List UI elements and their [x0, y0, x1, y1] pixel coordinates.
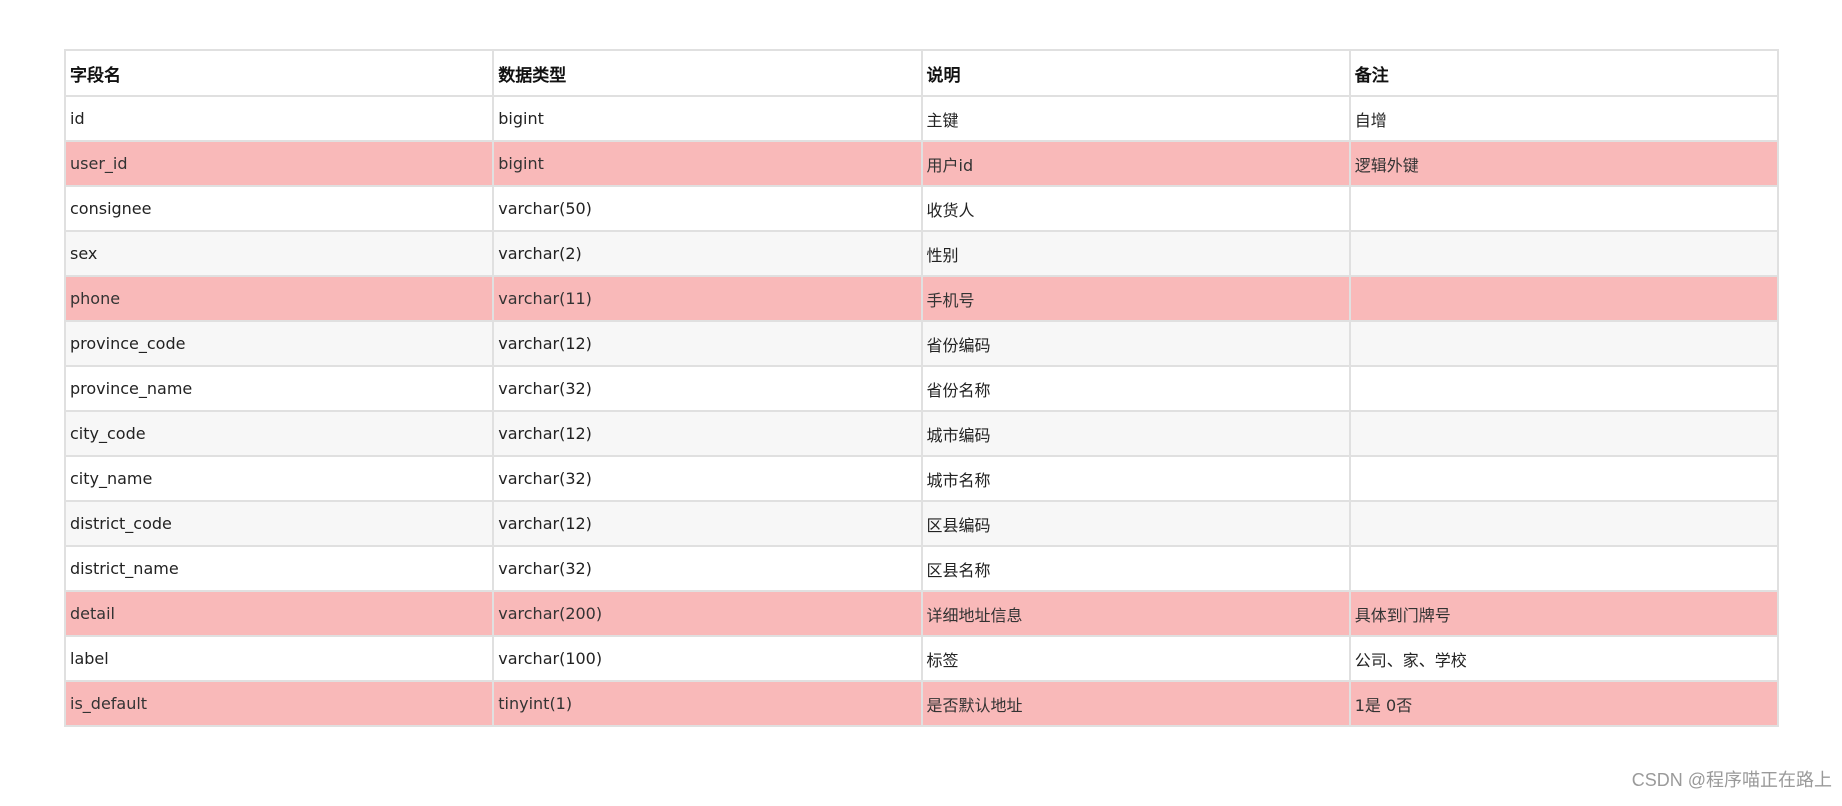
data-type-cell: bigint: [492, 95, 923, 142]
remarks-cell: 自增: [1348, 95, 1780, 142]
remarks-cell: [1348, 275, 1780, 322]
description-cell: 详细地址信息: [920, 590, 1351, 637]
table-row: city_code varchar(12) 城市编码: [63, 410, 1780, 457]
schema-table-container: 字段名 数据类型 说明 备注 id bigint 主键 自增 user_id bigint…: [63, 49, 1780, 727]
remarks-cell: [1348, 320, 1780, 367]
field-name-cell: id: [63, 95, 495, 142]
description-cell: 城市名称: [920, 455, 1351, 502]
description-cell: 省份编码: [920, 320, 1351, 367]
data-type-cell: varchar(32): [492, 365, 923, 412]
field-name-cell: phone: [63, 275, 495, 322]
schema-table: 字段名 数据类型 说明 备注 id bigint 主键 自增 user_id bigint…: [63, 49, 1780, 727]
table-header: 字段名 数据类型 说明 备注: [63, 49, 1780, 97]
remarks-cell: [1348, 410, 1780, 457]
watermark: CSDN @程序喵正在路上: [1631, 770, 1832, 790]
data-type-cell: varchar(2): [492, 230, 923, 277]
description-cell: 区县名称: [920, 545, 1351, 592]
description-cell: 手机号: [920, 275, 1351, 322]
description-cell: 性别: [920, 230, 1351, 277]
table-row: id bigint 主键 自增: [63, 95, 1780, 142]
description-cell: 主键: [920, 95, 1351, 142]
field-name-cell: district_code: [63, 500, 495, 547]
remarks-cell: [1348, 365, 1780, 412]
field-name-cell: label: [63, 635, 495, 682]
header-row: 字段名 数据类型 说明 备注: [63, 49, 1780, 97]
table-row: is_default tinyint(1) 是否默认地址 1是 0否: [63, 680, 1780, 727]
field-name-cell: detail: [63, 590, 495, 637]
table-row: user_id bigint 用户id 逻辑外键: [63, 140, 1780, 187]
header-field-name: 字段名: [63, 49, 495, 97]
description-cell: 城市编码: [920, 410, 1351, 457]
remarks-cell: 逻辑外键: [1348, 140, 1780, 187]
field-name-cell: consignee: [63, 185, 495, 232]
field-name-cell: province_name: [63, 365, 495, 412]
table-body: id bigint 主键 自增 user_id bigint 用户id 逻辑外键 consign…: [63, 95, 1780, 727]
table-row: consignee varchar(50) 收货人: [63, 185, 1780, 232]
remarks-cell: 具体到门牌号: [1348, 590, 1780, 637]
data-type-cell: varchar(12): [492, 320, 923, 367]
data-type-cell: varchar(50): [492, 185, 923, 232]
table-row: detail varchar(200) 详细地址信息 具体到门牌号: [63, 590, 1780, 637]
remarks-cell: [1348, 455, 1780, 502]
table-row: sex varchar(2) 性别: [63, 230, 1780, 277]
table-row: province_name varchar(32) 省份名称: [63, 365, 1780, 412]
field-name-cell: city_name: [63, 455, 495, 502]
remarks-cell: [1348, 500, 1780, 547]
data-type-cell: varchar(11): [492, 275, 923, 322]
table-row: district_name varchar(32) 区县名称: [63, 545, 1780, 592]
description-cell: 省份名称: [920, 365, 1351, 412]
header-remarks: 备注: [1348, 49, 1780, 97]
field-name-cell: province_code: [63, 320, 495, 367]
data-type-cell: varchar(200): [492, 590, 923, 637]
data-type-cell: varchar(32): [492, 455, 923, 502]
data-type-cell: tinyint(1): [492, 680, 923, 727]
header-data-type: 数据类型: [492, 49, 923, 97]
remarks-cell: [1348, 185, 1780, 232]
data-type-cell: varchar(12): [492, 500, 923, 547]
remarks-cell: 1是 0否: [1348, 680, 1780, 727]
remarks-cell: [1348, 545, 1780, 592]
data-type-cell: bigint: [492, 140, 923, 187]
table-row: district_code varchar(12) 区县编码: [63, 500, 1780, 547]
table-row: province_code varchar(12) 省份编码: [63, 320, 1780, 367]
remarks-cell: 公司、家、学校: [1348, 635, 1780, 682]
data-type-cell: varchar(100): [492, 635, 923, 682]
table-row: label varchar(100) 标签 公司、家、学校: [63, 635, 1780, 682]
description-cell: 标签: [920, 635, 1351, 682]
field-name-cell: district_name: [63, 545, 495, 592]
description-cell: 区县编码: [920, 500, 1351, 547]
table-row: city_name varchar(32) 城市名称: [63, 455, 1780, 502]
field-name-cell: sex: [63, 230, 495, 277]
data-type-cell: varchar(12): [492, 410, 923, 457]
remarks-cell: [1348, 230, 1780, 277]
field-name-cell: user_id: [63, 140, 495, 187]
description-cell: 是否默认地址: [920, 680, 1351, 727]
data-type-cell: varchar(32): [492, 545, 923, 592]
description-cell: 用户id: [920, 140, 1351, 187]
header-description: 说明: [920, 49, 1351, 97]
field-name-cell: city_code: [63, 410, 495, 457]
description-cell: 收货人: [920, 185, 1351, 232]
field-name-cell: is_default: [63, 680, 495, 727]
table-row: phone varchar(11) 手机号: [63, 275, 1780, 322]
